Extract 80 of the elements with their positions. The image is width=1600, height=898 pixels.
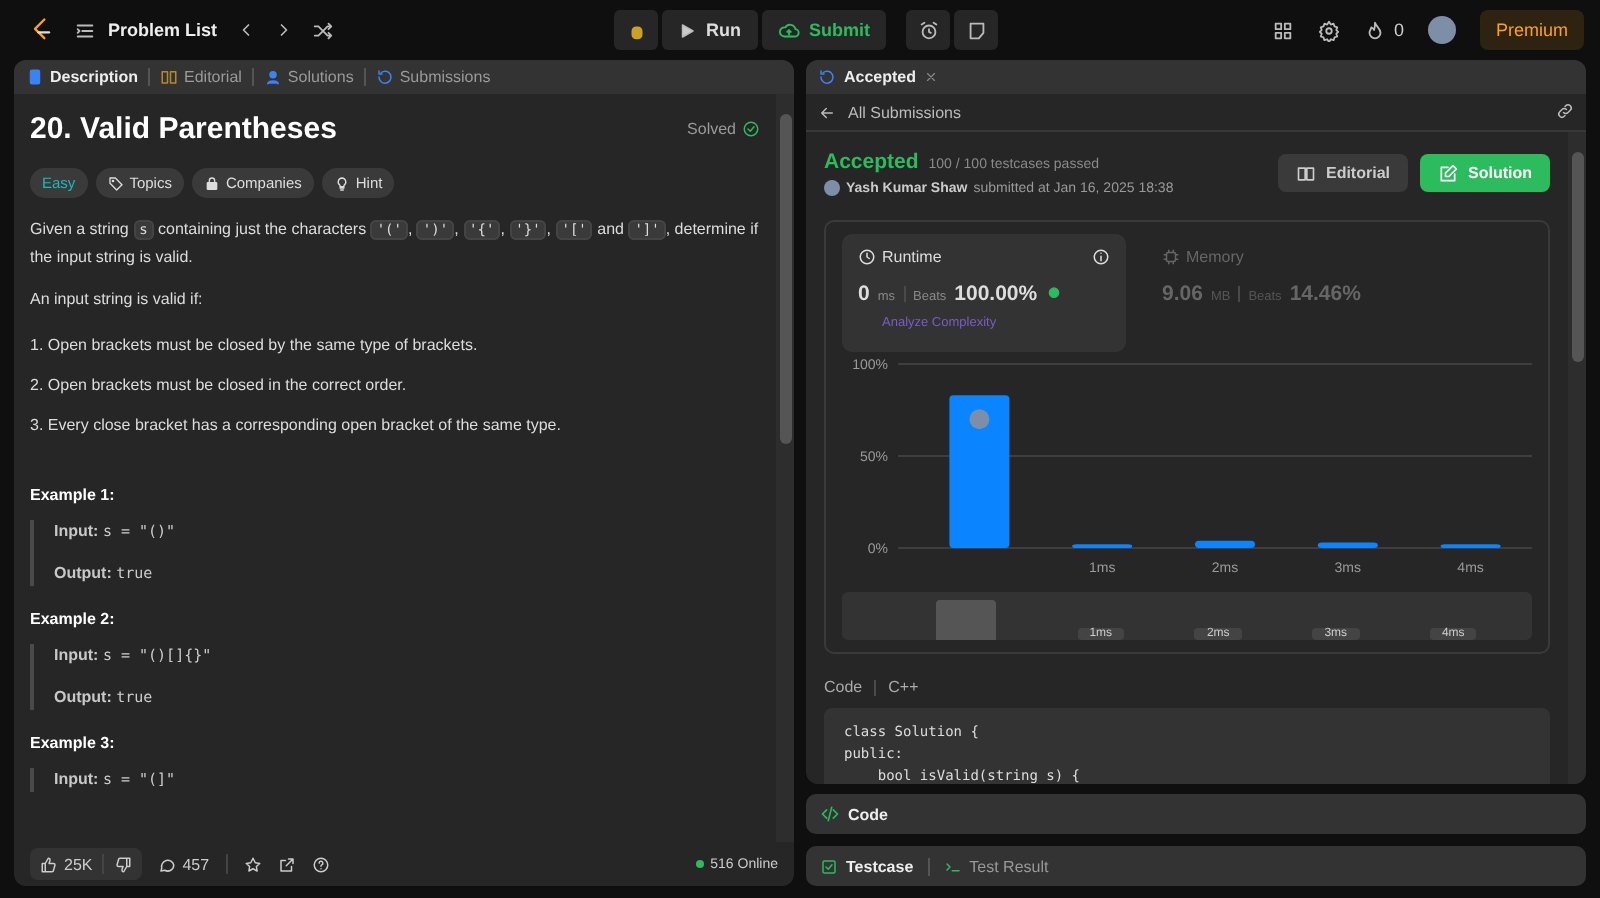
share-icon[interactable] <box>277 855 296 873</box>
online-dot-icon <box>696 860 705 868</box>
clock-icon <box>858 248 876 266</box>
rule-item: 2. Open brackets must be closed in the correct order. <box>30 374 409 398</box>
code-icon <box>820 804 840 824</box>
debug-button[interactable] <box>614 10 658 50</box>
avatar-icon <box>824 180 840 196</box>
chip-icon <box>1162 248 1180 266</box>
metric-value: 9.06 <box>1162 282 1203 306</box>
problem-list-link[interactable]: Problem List <box>108 20 218 40</box>
rule-item: 1. Open brackets must be closed by the same type of brackets. <box>30 334 480 358</box>
example-title: Example 1: <box>30 486 117 504</box>
streak-count: 0 <box>1393 20 1404 40</box>
example-title: Example 3: <box>30 734 117 752</box>
history-icon <box>375 68 394 86</box>
note-icon[interactable] <box>954 10 998 50</box>
rule-item: 3. Every close bracket has a corresponding open bracket of the same type. <box>30 414 563 438</box>
submit-button[interactable]: Submit <box>761 10 886 50</box>
note-glyph-icon <box>965 19 987 41</box>
settings-icon[interactable] <box>1317 19 1340 41</box>
thumbs-up-icon <box>40 855 58 873</box>
history-icon <box>818 68 836 86</box>
editorial-button[interactable]: Editorial <box>1277 154 1408 192</box>
comment-icon[interactable] <box>158 855 177 873</box>
link-icon[interactable] <box>1556 101 1574 119</box>
book-icon <box>160 68 179 86</box>
scrollbar[interactable] <box>1568 132 1586 784</box>
terminal-icon <box>943 857 962 875</box>
run-button[interactable]: Run <box>662 10 757 50</box>
statement-text: An input string is valid if: <box>30 288 205 312</box>
language-label: C++ <box>888 678 919 696</box>
thumbs-down-icon <box>114 855 133 873</box>
arrow-left-icon[interactable] <box>818 103 836 121</box>
metric-value: 0 <box>858 282 870 306</box>
alarm-clock-icon[interactable] <box>906 10 950 50</box>
lock-icon <box>203 175 220 191</box>
help-icon[interactable] <box>311 855 330 873</box>
grid-icon[interactable] <box>1271 19 1294 41</box>
shuffle-icon[interactable] <box>311 19 334 41</box>
problem-title: 20. Valid Parentheses <box>30 112 337 146</box>
tag-icon <box>107 175 124 191</box>
beats-percent: 100.00% <box>954 282 1038 306</box>
logo-icon[interactable] <box>28 16 56 44</box>
panel-tab[interactable]: Accepted <box>844 68 917 86</box>
book-icon <box>1295 163 1316 183</box>
example-title: Example 2: <box>30 610 117 628</box>
submission-status: Accepted <box>824 150 919 174</box>
beats-percent: 14.46% <box>1289 282 1361 306</box>
close-icon[interactable] <box>924 70 939 84</box>
all-submissions-link[interactable]: All Submissions <box>848 103 961 121</box>
cloud-upload-icon <box>777 19 799 41</box>
scrollbar[interactable] <box>776 94 794 842</box>
check-circle-icon <box>742 120 760 138</box>
panel-tab[interactable]: Editorial <box>160 68 242 86</box>
edit-icon <box>1438 163 1458 183</box>
avatar-icon <box>969 409 990 430</box>
panel-tab[interactable]: Test Result <box>943 857 1049 875</box>
code-label: Code <box>824 678 863 696</box>
play-icon <box>678 21 696 39</box>
comment-count: 457 <box>182 855 210 873</box>
lightbulb-icon <box>333 175 350 191</box>
panel-tab[interactable]: Solutions <box>263 68 354 86</box>
premium-button[interactable]: Premium <box>1479 10 1584 50</box>
clock-glyph-icon <box>917 19 939 41</box>
flame-icon <box>1363 19 1386 41</box>
info-icon[interactable] <box>1092 248 1110 266</box>
panel-tab[interactable]: Testcase <box>820 857 914 875</box>
code-panel-title[interactable]: Code <box>848 805 888 823</box>
panel-tab[interactable]: Submissions <box>375 68 491 86</box>
list-icon <box>74 19 96 41</box>
metric-label: Memory <box>1186 248 1244 266</box>
panel-tab[interactable]: Description <box>26 68 139 86</box>
star-icon[interactable] <box>243 855 262 873</box>
solved-status: Solved <box>687 120 736 138</box>
bar[interactable] <box>1317 542 1378 548</box>
checkbox-icon <box>820 857 838 875</box>
document-icon <box>26 68 44 86</box>
metric-label: Runtime <box>882 248 942 266</box>
bar[interactable] <box>1195 540 1255 548</box>
avatar-icon[interactable] <box>1427 16 1456 44</box>
